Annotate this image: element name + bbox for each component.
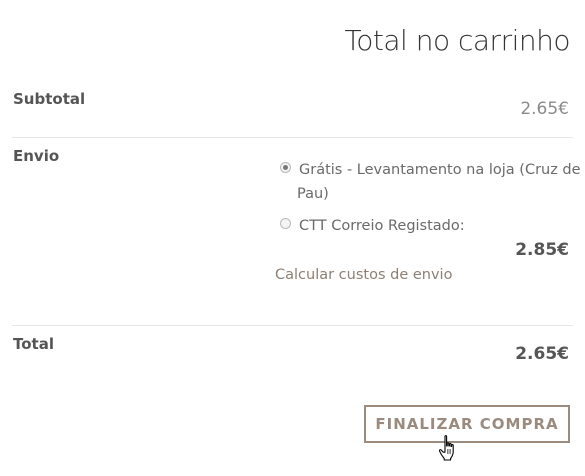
total-label: Total (13, 335, 54, 353)
divider (12, 325, 573, 326)
subtotal-amount: 2.65€ (520, 99, 569, 119)
shipping-option-free-pickup[interactable]: Grátis - Levantamento na loja (Cruz de P… (280, 158, 585, 206)
radio-selected-icon[interactable] (280, 162, 291, 173)
shipping-option-free-pickup-label: Grátis - Levantamento na loja (Cruz de P… (297, 162, 581, 202)
checkout-button[interactable]: FINALIZAR COMPRA (364, 405, 570, 443)
shipping-label: Envio (13, 147, 60, 165)
cart-totals-title: Total no carrinho (344, 24, 570, 57)
divider (12, 137, 573, 138)
calculate-shipping-link[interactable]: Calcular custos de envio (275, 267, 452, 283)
radio-unselected-icon[interactable] (280, 218, 291, 229)
ctt-shipping-price: 2.85€ (515, 240, 569, 260)
total-amount: 2.65€ (515, 344, 569, 364)
shipping-option-ctt[interactable]: CTT Correio Registado: (280, 214, 570, 238)
hand-pointer-icon (438, 435, 454, 461)
shipping-option-ctt-label: CTT Correio Registado: (299, 218, 465, 234)
subtotal-label: Subtotal (13, 90, 86, 108)
